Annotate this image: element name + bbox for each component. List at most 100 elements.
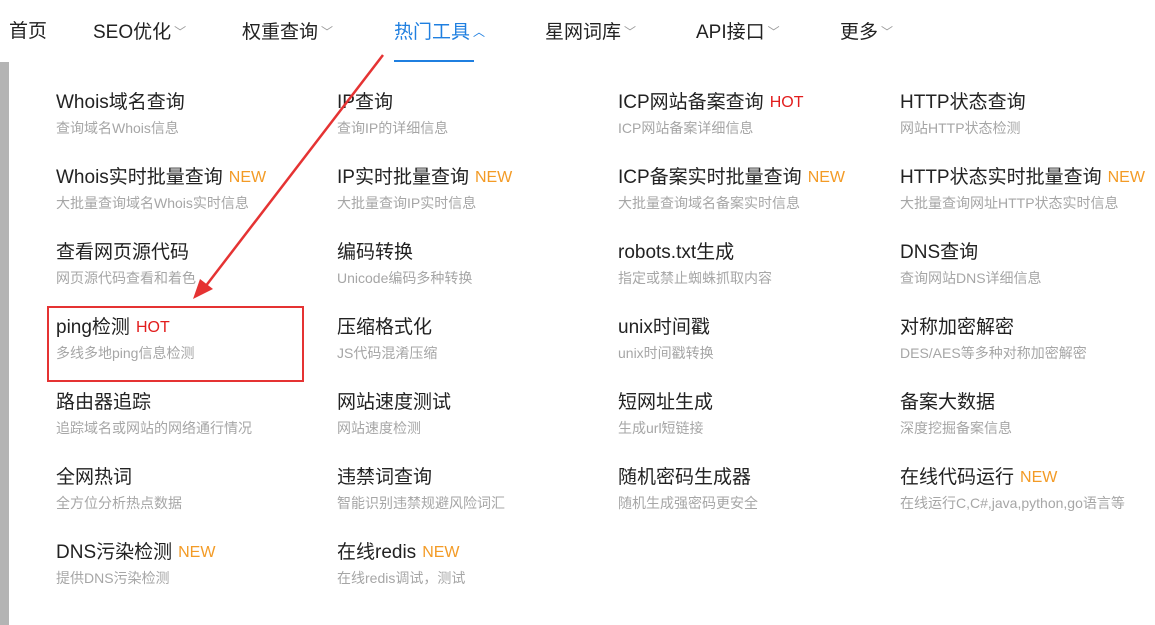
- top-nav: 首页 SEO优化 ﹀ 权重查询 ﹀ 热门工具 ︿ 星网词库 ﹀ API接口 ﹀ 更多 ﹀: [0, 0, 1155, 62]
- tool-title-text: Whois域名查询: [56, 92, 185, 113]
- tool-title-text: 网站速度测试: [337, 392, 452, 413]
- tool-description: 大批量查询网址HTTP状态实时信息: [900, 195, 1119, 211]
- tool-description: 网页源代码查看和着色: [56, 270, 196, 286]
- tool-title-text: 在线redis: [337, 542, 417, 563]
- tool-title: 短网址生成: [618, 390, 713, 416]
- nav-item-label: 更多: [840, 22, 879, 43]
- nav-item-api[interactable]: API接口 ﹀: [696, 20, 780, 44]
- tool-title: 编码转换: [337, 240, 472, 266]
- tool-item[interactable]: 在线redis NEW 在线redis调试，测试: [337, 540, 465, 588]
- tool-description: 在线运行C,C#,java,python,go语言等: [900, 495, 1125, 511]
- tool-item[interactable]: 网站速度测试 网站速度检测: [337, 390, 451, 438]
- tool-item[interactable]: DNS查询查询网站DNS详细信息: [900, 240, 1042, 288]
- tool-description: 查询网站DNS详细信息: [900, 270, 1042, 286]
- tool-description: Unicode编码多种转换: [337, 270, 473, 286]
- tool-item[interactable]: 在线代码运行 NEW 在线运行C,C#,java,python,go语言等: [900, 465, 1125, 513]
- tool-item[interactable]: 短网址生成生成url短链接: [618, 390, 713, 438]
- tool-title-text: IP实时批量查询: [337, 167, 469, 188]
- tool-title-text: 对称加密解密: [900, 317, 1015, 338]
- tool-item[interactable]: 路由器追踪追踪域名或网站的网络通行情况: [56, 390, 252, 438]
- tool-description: DES/AES等多种对称加密解密: [900, 345, 1087, 361]
- nav-item-home[interactable]: 首页: [9, 20, 47, 44]
- highlight-box: [47, 306, 304, 382]
- tool-title: 在线代码运行 NEW: [900, 465, 1125, 491]
- nav-item-hot-tools[interactable]: 热门工具 ︿: [394, 20, 485, 44]
- new-badge: NEW: [228, 169, 267, 186]
- tool-description: 智能识别违禁规避风险词汇: [337, 495, 505, 511]
- tool-item[interactable]: 全网热词全方位分析热点数据: [56, 465, 182, 513]
- tool-title: DNS污染检测 NEW: [56, 540, 215, 566]
- tool-description: 指定或禁止蜘蛛抓取内容: [618, 270, 772, 286]
- tool-item[interactable]: 备案大数据 深度挖掘备案信息: [900, 390, 1012, 438]
- tool-title: ICP备案实时批量查询 NEW: [618, 165, 845, 191]
- tool-title-text: 随机密码生成器: [618, 467, 752, 488]
- nav-item-label: API接口: [696, 22, 765, 43]
- tool-title: 随机密码生成器: [618, 465, 758, 491]
- tool-item[interactable]: 编码转换 Unicode编码多种转换: [337, 240, 472, 288]
- tool-title: DNS查询: [900, 240, 1042, 266]
- tool-description: 大批量查询域名Whois实时信息: [56, 195, 249, 211]
- chevron-down-icon: ﹀: [767, 25, 780, 39]
- tool-title: 全网热词: [56, 465, 182, 491]
- tool-title: HTTP状态查询: [900, 90, 1026, 116]
- tool-item[interactable]: ICP网站备案查询 HOT ICP网站备案详细信息: [618, 90, 803, 138]
- tool-item[interactable]: ICP备案实时批量查询 NEW 大批量查询域名备案实时信息: [618, 165, 845, 213]
- tool-item[interactable]: 压缩格式化 JS代码混淆压缩: [337, 315, 437, 363]
- tool-title-text: 路由器追踪: [56, 392, 152, 413]
- nav-item-weight-query[interactable]: 权重查询 ﹀: [242, 20, 333, 44]
- new-badge: NEW: [807, 169, 846, 186]
- tool-item[interactable]: 对称加密解密 DES/AES等多种对称加密解密: [900, 315, 1087, 363]
- tool-title: 违禁词查询: [337, 465, 505, 491]
- tool-title: 网站速度测试: [337, 390, 451, 416]
- tool-title-text: 查看网页源代码: [56, 242, 190, 263]
- tool-title: 对称加密解密: [900, 315, 1087, 341]
- tool-title: 压缩格式化: [337, 315, 437, 341]
- new-badge: NEW: [422, 544, 460, 561]
- tool-description: JS代码混淆压缩: [337, 345, 438, 361]
- tool-item[interactable]: HTTP状态查询 网站HTTP状态检测: [900, 90, 1026, 138]
- nav-item-more[interactable]: 更多 ﹀: [840, 20, 893, 44]
- tool-item[interactable]: unix时间戳 unix时间戳转换: [618, 315, 714, 363]
- tool-title-text: ICP备案实时批量查询: [618, 167, 802, 188]
- tool-description: 查询域名Whois信息: [56, 120, 179, 136]
- tool-item[interactable]: IP查询查询IP的详细信息: [337, 90, 448, 138]
- nav-item-label: 权重查询: [242, 22, 319, 43]
- tool-title: Whois实时批量查询 NEW: [56, 165, 266, 191]
- tool-item[interactable]: 随机密码生成器随机生成强密码更安全: [618, 465, 758, 513]
- tool-title-text: 全网热词: [56, 467, 133, 488]
- page-backdrop-edge: [0, 62, 9, 625]
- tool-title: IP查询: [337, 90, 448, 116]
- tool-title-text: DNS查询: [900, 242, 979, 263]
- tool-title: Whois域名查询: [56, 90, 185, 116]
- tool-item[interactable]: IP实时批量查询 NEW 大批量查询IP实时信息: [337, 165, 512, 213]
- tool-description: 追踪域名或网站的网络通行情况: [56, 420, 252, 436]
- tool-title: HTTP状态实时批量查询 NEW: [900, 165, 1145, 191]
- tool-title-text: 压缩格式化: [337, 317, 433, 338]
- nav-item-label: 首页: [9, 21, 48, 42]
- tool-item[interactable]: DNS污染检测 NEW 提供DNS污染检测: [56, 540, 215, 588]
- tool-title: 路由器追踪: [56, 390, 252, 416]
- tool-description: 全方位分析热点数据: [56, 495, 182, 511]
- chevron-down-icon: ﹀: [321, 25, 334, 39]
- nav-item-seo[interactable]: SEO优化 ﹀: [93, 20, 186, 44]
- nav-item-keyword-library[interactable]: 星网词库 ﹀: [545, 20, 636, 44]
- nav-item-label: 星网词库: [545, 22, 622, 43]
- tool-description: 大批量查询域名备案实时信息: [618, 195, 800, 211]
- tool-description: 在线redis调试，测试: [337, 570, 466, 586]
- nav-item-label: SEO优化: [93, 22, 172, 43]
- tool-title: 查看网页源代码: [56, 240, 196, 266]
- tool-title-text: ICP网站备案查询: [618, 92, 764, 113]
- tool-item[interactable]: HTTP状态实时批量查询 NEW 大批量查询网址HTTP状态实时信息: [900, 165, 1145, 213]
- chevron-down-icon: ﹀: [624, 25, 637, 39]
- tool-title-text: unix时间戳: [618, 317, 710, 338]
- tool-item[interactable]: 违禁词查询智能识别违禁规避风险词汇: [337, 465, 505, 513]
- tool-title: ICP网站备案查询 HOT: [618, 90, 803, 116]
- tool-item[interactable]: Whois实时批量查询 NEW 大批量查询域名Whois实时信息: [56, 165, 266, 213]
- new-badge: NEW: [178, 544, 216, 561]
- tool-item[interactable]: Whois域名查询查询域名Whois信息: [56, 90, 185, 138]
- tool-description: 生成url短链接: [618, 420, 704, 436]
- tool-description: 随机生成强密码更安全: [618, 495, 758, 511]
- tool-description: 查询IP的详细信息: [337, 120, 449, 136]
- tool-item[interactable]: robots.txt生成 指定或禁止蜘蛛抓取内容: [618, 240, 772, 288]
- tool-item[interactable]: 查看网页源代码网页源代码查看和着色: [56, 240, 196, 288]
